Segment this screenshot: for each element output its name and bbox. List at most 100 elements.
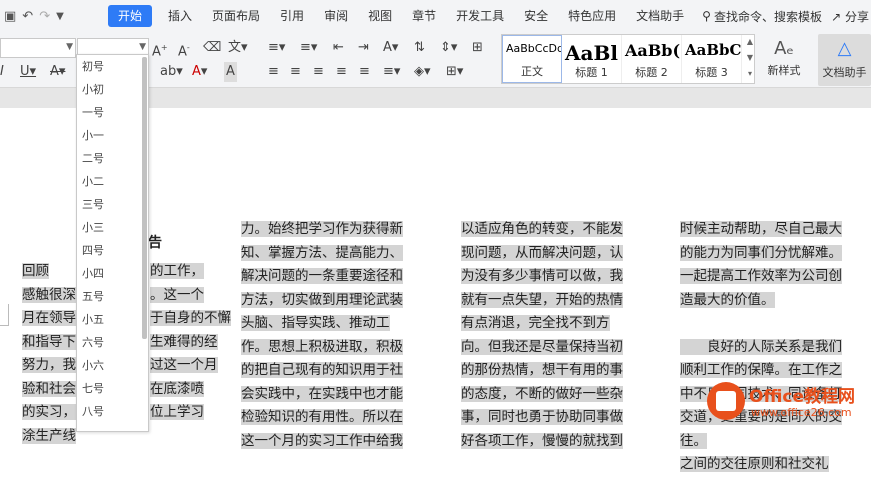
font-size-option[interactable]: 小四 [77,262,148,285]
font-color-icon[interactable]: A▾ [192,62,207,82]
menu-tab-6[interactable]: 章节 [402,5,446,27]
font-size-option[interactable]: 七号 [77,377,148,400]
grow-font-icon[interactable]: A+ [152,38,168,59]
menu-tab-7[interactable]: 开发工具 [446,5,514,27]
style-name: 正文 [521,65,543,78]
undo-icon[interactable]: ↶ [22,9,33,24]
style-preview: AaBbC [685,41,742,59]
doc-helper-button[interactable]: △ 文档助手 [818,34,871,86]
text-line: 之间的交往原则和社交礼 [680,456,829,472]
font-size-option[interactable]: 二号 [77,147,148,170]
style-gallery: AaBbCcDd 正文 AaBl 标题 1 AaBb(标题 2 AaBbC 标题 3 [501,34,755,84]
text-line: 的态度，不断的做好一些杂 [461,385,623,402]
line-spacing-icon[interactable]: ⇕▾ [440,38,457,58]
style-name: 标题 3 [695,66,728,79]
doc-helper-icon: △ [837,38,852,59]
chevron-down-icon[interactable]: ▼ [139,42,146,52]
text-line: 。这一个 [150,286,204,303]
table-grid-icon[interactable]: ⊞ [472,38,483,58]
text-line: 的把自己现有的知识用于社 [241,362,403,378]
new-style-button[interactable]: Aₑ 新样式 [758,36,810,84]
column-2: 力。始终把学习作为获得新 知、掌握方法、提高能力、 解决问题的一条重要途径和 方法，切… [241,218,403,453]
font-size-option[interactable]: 六号 [77,331,148,354]
font-size-option[interactable]: 三号 [77,193,148,216]
font-size-option[interactable]: 初号 [77,55,148,78]
text-line: 在底漆喷 [150,380,204,397]
font-size-option[interactable]: 小初 [77,78,148,101]
char-shading-icon[interactable]: A [224,62,237,82]
menu-tab-3[interactable]: 引用 [270,5,314,27]
shading-fill-icon[interactable]: ◈▾ [414,62,431,82]
search-icon: ⚲ [702,9,711,23]
text-line: 好各项工作，慢慢的就找到 [461,432,623,449]
office-logo-icon [707,382,745,420]
new-style-label: 新样式 [767,64,801,77]
clear-format-icon[interactable]: ⌫ [203,38,221,58]
style-3[interactable]: AaBbC 标题 3 [682,35,742,83]
text-line: 造最大的价值。 [680,291,775,308]
font-size-option[interactable]: 小二 [77,170,148,193]
justify-icon[interactable]: ≡ [336,62,347,82]
style-2[interactable]: AaBb(标题 2 [622,35,682,83]
italic-icon[interactable]: I [0,62,4,82]
sort-icon[interactable]: ⇅ [414,38,425,58]
font-size-option[interactable]: 小五 [77,308,148,331]
menu-tab-10[interactable]: 文档助手 [626,5,694,27]
border-icon[interactable]: ⊞▾ [446,62,463,82]
quick-access-toolbar: ▣ ↶ ↷ ▼ [0,9,108,24]
document-title-fragment: 告 [148,235,162,251]
column-4: 时候主动帮助，尽自己最大 的能力为同事们分忧解难。 一起提高工作效率为公司创 造最大的… [680,218,842,477]
align-right-icon[interactable]: ≡ [313,62,324,82]
search-command[interactable]: ⚲ 查找命令、搜索模板 [694,8,822,25]
font-name-combobox[interactable]: ▼ [0,38,76,58]
menu-tab-9[interactable]: 特色应用 [558,5,626,27]
decrease-indent-icon[interactable]: ⇤ [333,38,344,58]
watermark-url: www.office26.com [751,406,852,419]
style-preview: AaBb( [625,41,681,60]
font-size-option[interactable]: 小一 [77,124,148,147]
text-line: 涂生产线 [22,427,76,444]
underline-icon[interactable]: U▾ [20,62,36,82]
dropdown-scrollbar[interactable] [142,57,147,339]
style-0[interactable]: AaBbCcDd 正文 [502,35,562,83]
menu-tab-8[interactable]: 安全 [514,5,558,27]
share-button[interactable]: ↗ 分享 [831,8,869,25]
text-direction-icon[interactable]: A▾ [383,38,398,58]
bullet-list-icon[interactable]: ≡▾ [268,38,285,58]
highlight-icon[interactable]: ab▾ [160,62,183,82]
increase-indent-icon[interactable]: ⇥ [358,38,369,58]
style-preview: AaBbCcDd [506,42,562,55]
gallery-scroll[interactable]: ▲ ▼ ▾ [745,34,755,84]
menu-tab-1[interactable]: 插入 [158,5,202,27]
watermark-title: Office教程网 [749,387,856,407]
chevron-down-icon[interactable]: ▼ [66,42,73,52]
phonetic-guide-icon[interactable]: 文▾ [228,38,248,58]
align-center-icon[interactable]: ≡ [290,62,301,82]
shrink-font-icon[interactable]: A- [178,38,190,59]
menu-tab-5[interactable]: 视图 [358,5,402,27]
font-size-option[interactable]: 八号 [77,400,148,423]
distributed-icon[interactable]: ≡ [359,62,370,82]
font-size-option[interactable]: 一号 [77,101,148,124]
menu-tab-4[interactable]: 审阅 [314,5,358,27]
strikethrough-icon[interactable]: A▾ [50,62,65,82]
font-size-option[interactable]: 五号 [77,285,148,308]
preview-icon[interactable]: ▣ [4,9,16,24]
font-size-dropdown: 初号 小初 一号 小一 二号 小二 三号 小三 四号 小四 五号 小五 六号 小六 七号 八号 [76,54,149,432]
text-line: 回顾 [22,263,49,279]
menu-tab-2[interactable]: 页面布局 [202,5,270,27]
numbered-list-icon[interactable]: ≡▾ [300,38,317,58]
text-line: 努力，我 [22,357,76,373]
align-left-icon[interactable]: ≡ [268,62,279,82]
paragraph-spacing-icon[interactable]: ≡▾ [383,62,400,82]
font-size-option[interactable]: 小六 [77,354,148,377]
font-size-option[interactable]: 四号 [77,239,148,262]
text-line: 一起提高工作效率为公司创 [680,268,842,284]
text-line: 生难得的经 [150,333,218,350]
text-line: 顺利工作的保障。在工作之 [680,362,842,378]
redo-icon[interactable]: ↷ [39,9,50,24]
menu-tab-0[interactable]: 开始 [108,5,153,27]
customize-icon[interactable]: ▼ [56,11,64,22]
font-size-option[interactable]: 小三 [77,216,148,239]
style-1[interactable]: AaBl 标题 1 [562,35,622,83]
